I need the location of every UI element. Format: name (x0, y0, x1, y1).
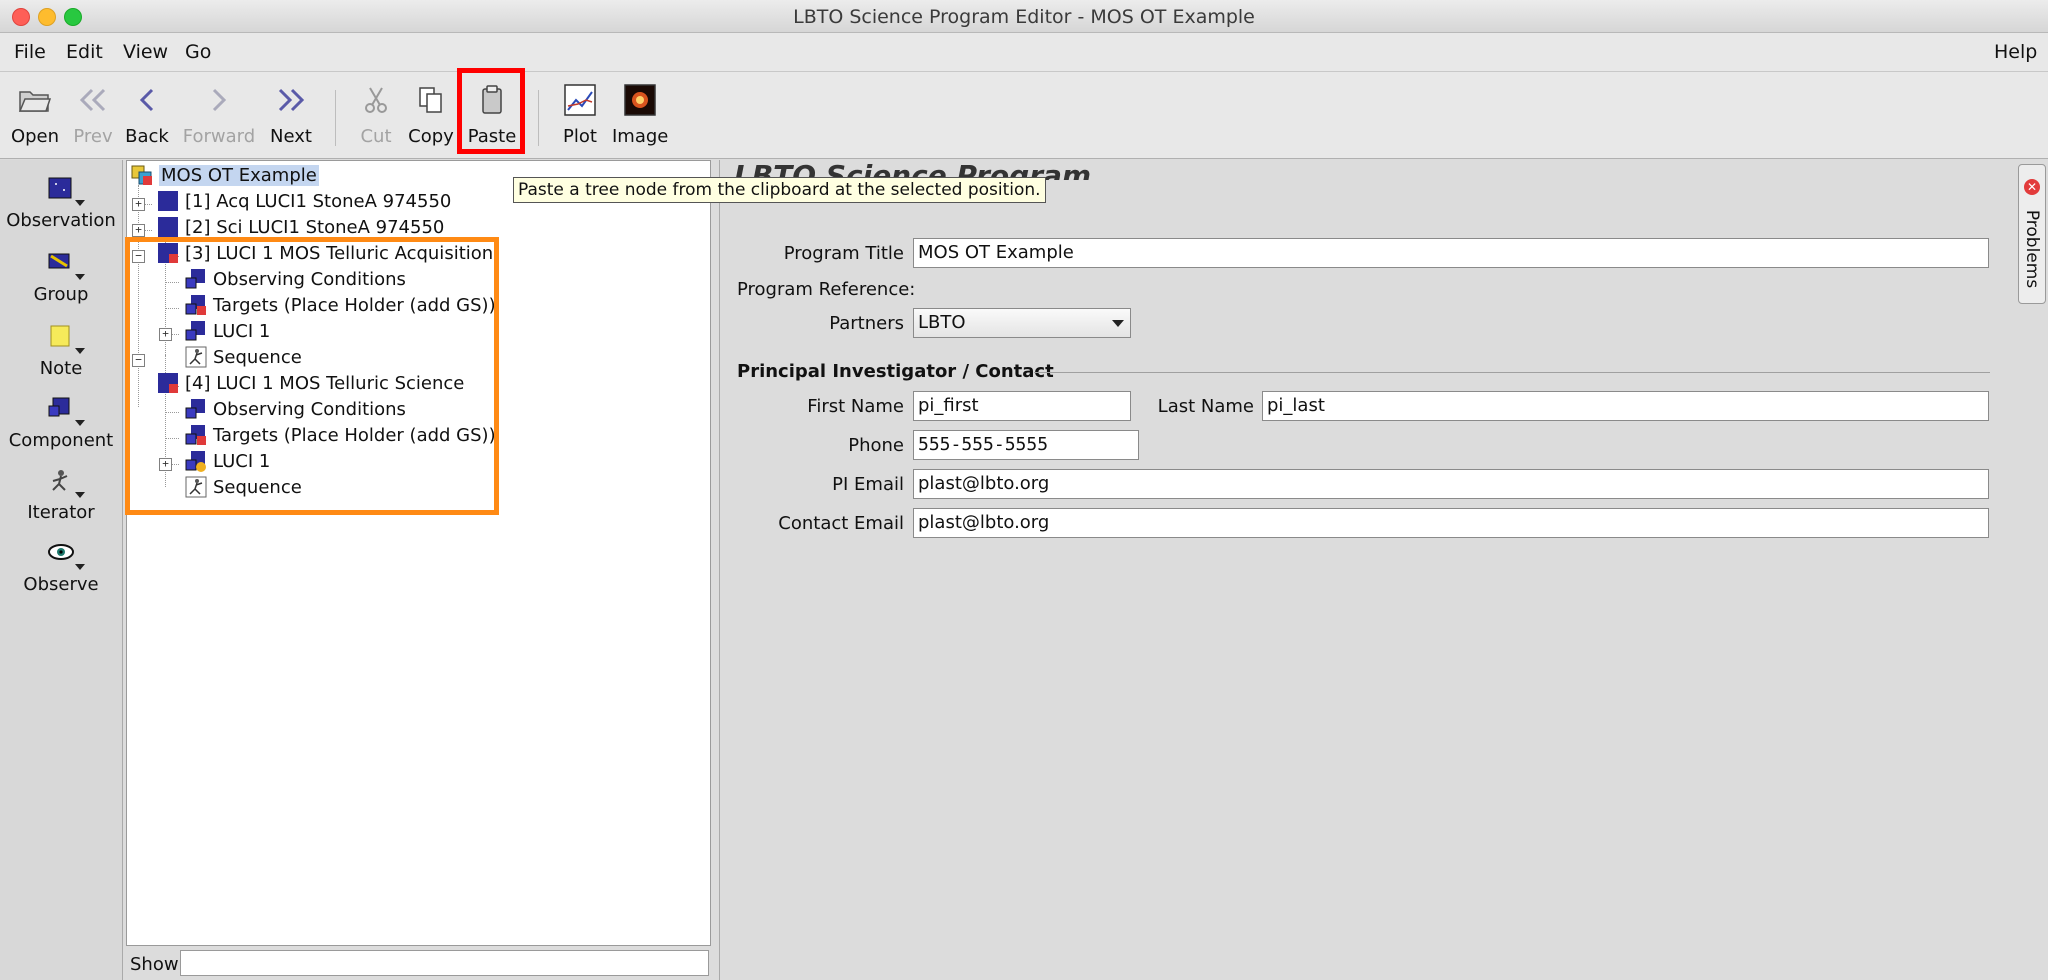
last-name-field[interactable]: pi_last (1262, 391, 1989, 421)
show-filter-input[interactable] (180, 950, 709, 976)
palette-note[interactable]: Note (0, 324, 122, 379)
paste-highlight-box (457, 68, 525, 154)
pi-email-field[interactable]: plast@lbto.org (913, 469, 1989, 499)
plot-button[interactable]: Plot (558, 82, 602, 147)
double-chevron-right-icon (273, 82, 309, 118)
program-icon (131, 164, 153, 186)
component-palette: Observation Group Note Component Iterato… (0, 160, 123, 980)
observation-icon (157, 190, 179, 212)
palette-observe[interactable]: Observe (0, 540, 122, 595)
error-icon: ✕ (2024, 179, 2040, 195)
scissors-icon (358, 82, 394, 118)
program-reference-label: Program Reference: (737, 279, 916, 300)
double-chevron-left-icon (75, 82, 111, 118)
tree-node-observation[interactable]: [1] Acq LUCI1 StoneA 974550 (157, 189, 451, 213)
palette-iterator[interactable]: Iterator (0, 468, 122, 523)
toolbar: Open Prev Back Forward Next Cut Copy Pas… (0, 72, 2048, 159)
partners-select[interactable]: LBTO (913, 308, 1131, 338)
tree-node-observation[interactable]: [2] Sci LUCI1 StoneA 974550 (157, 215, 444, 239)
window-title: LBTO Science Program Editor - MOS OT Exa… (793, 6, 1255, 28)
component-icon (43, 396, 85, 426)
forward-button[interactable]: Forward (182, 82, 256, 147)
problems-tab-label: Problems (2022, 209, 2042, 289)
paste-tooltip: Paste a tree node from the clipboard at … (513, 177, 1046, 203)
image-icon (622, 82, 658, 118)
palette-component[interactable]: Component (0, 396, 122, 451)
toolbar-separator (538, 90, 539, 146)
image-button[interactable]: Image (612, 82, 668, 147)
folder-open-icon (17, 82, 53, 118)
plot-icon (562, 82, 598, 118)
program-title-field[interactable]: MOS OT Example (913, 238, 1989, 268)
observation-icon (43, 176, 85, 206)
chevron-right-icon (201, 82, 237, 118)
next-button[interactable]: Next (268, 82, 314, 147)
note-icon (43, 324, 85, 354)
phone-field[interactable]: 555-555-5555 (913, 430, 1139, 460)
cut-button[interactable]: Cut (356, 82, 396, 147)
last-name-label: Last Name (1157, 396, 1254, 417)
chevron-down-icon (1112, 320, 1124, 327)
prev-button[interactable]: Prev (70, 82, 116, 147)
palette-group[interactable]: Group (0, 250, 122, 305)
open-button[interactable]: Open (8, 82, 62, 147)
menu-bar: File Edit View Go Help (0, 33, 2048, 72)
tree-node-root[interactable]: MOS OT Example (131, 163, 319, 187)
menu-help[interactable]: Help (1994, 41, 2037, 63)
group-icon (43, 250, 85, 280)
palette-observation[interactable]: Observation (0, 176, 122, 231)
expand-toggle[interactable]: + (132, 224, 145, 237)
show-filter-bar: Show (126, 946, 711, 980)
program-editor-panel: LBTO Science Program Program Title MOS O… (719, 159, 2010, 980)
show-label: Show (130, 954, 179, 975)
toolbar-separator (335, 90, 336, 146)
title-bar: LBTO Science Program Editor - MOS OT Exa… (0, 0, 2048, 33)
pi-email-label: PI Email (832, 474, 904, 495)
copy-icon (413, 82, 449, 118)
expand-toggle[interactable]: + (132, 198, 145, 211)
section-divider (1034, 372, 1990, 373)
pi-section-title: Principal Investigator / Contact (737, 361, 1054, 382)
iterator-icon (43, 468, 85, 498)
chevron-left-icon (129, 82, 165, 118)
observation-icon (157, 216, 179, 238)
contact-email-field[interactable]: plast@lbto.org (913, 508, 1989, 538)
program-title-label: Program Title (783, 243, 904, 264)
back-button[interactable]: Back (124, 82, 170, 147)
contact-email-label: Contact Email (778, 513, 904, 534)
menu-view[interactable]: View (123, 41, 168, 63)
first-name-label: First Name (807, 396, 904, 417)
problems-tab[interactable]: ✕ Problems (2018, 164, 2046, 304)
eye-icon (43, 540, 85, 570)
first-name-field[interactable]: pi_first (913, 391, 1131, 421)
phone-label: Phone (848, 435, 904, 456)
partners-label: Partners (829, 313, 904, 334)
tree-highlight-box (125, 237, 499, 515)
menu-file[interactable]: File (14, 41, 46, 63)
copy-button[interactable]: Copy (406, 82, 456, 147)
menu-edit[interactable]: Edit (66, 41, 103, 63)
menu-go[interactable]: Go (185, 41, 211, 63)
